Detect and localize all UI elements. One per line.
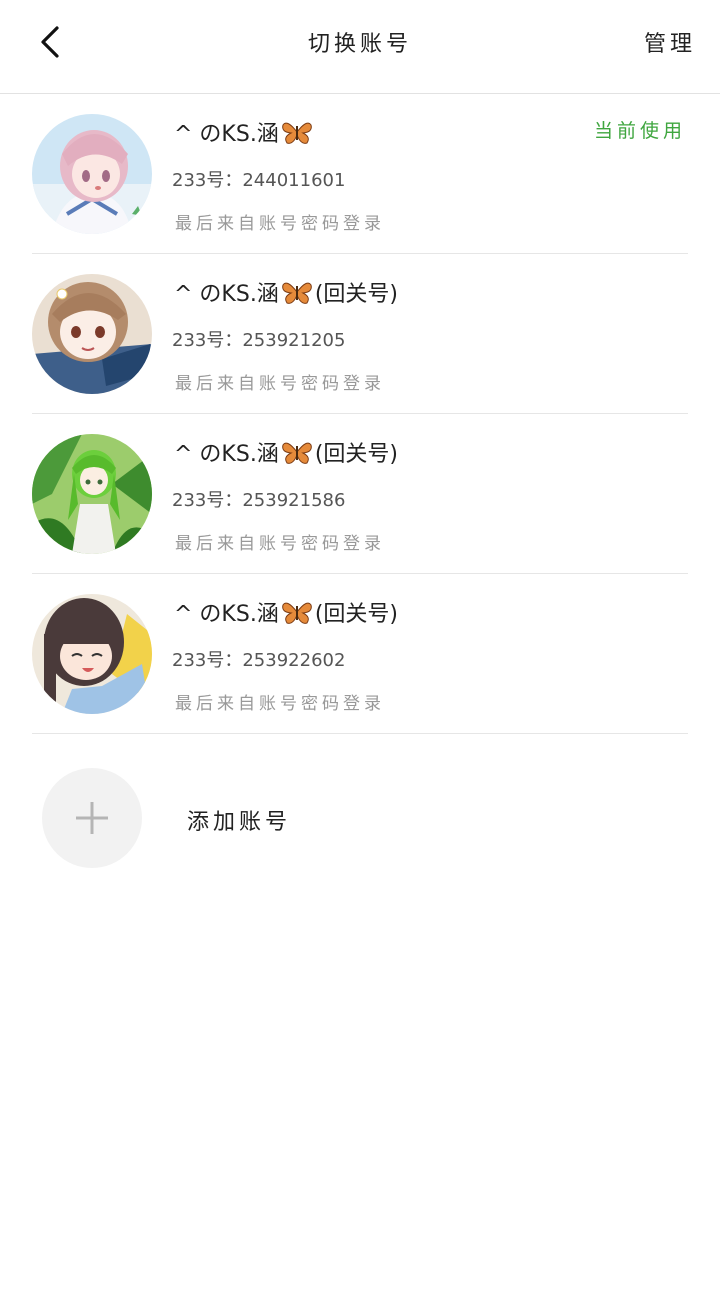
login-method: 最后来自账号密码登录 (175, 214, 385, 234)
avatar (32, 274, 152, 394)
top-bar: 切换账号 管理 (0, 0, 720, 94)
login-method: 最后来自账号密码登录 (175, 374, 385, 394)
add-account-label: 添加账号 (187, 810, 292, 835)
account-item[interactable]: ^ のKS.涵 当前使用 233号：244011601 最后来自账号密码登录 (0, 94, 720, 254)
butterfly-icon (281, 279, 313, 305)
butterfly-icon (281, 439, 313, 465)
add-account-circle[interactable] (42, 768, 142, 868)
account-name-suffix: (回关号) (314, 442, 398, 467)
manage-button[interactable]: 管理 (644, 26, 696, 58)
login-method: 最后来自账号密码登录 (175, 694, 385, 714)
butterfly-icon (281, 599, 313, 625)
account-item[interactable]: ^ のKS.涵 (回关号) 233号：253921586 最后来自账号密码登录 (0, 414, 720, 574)
current-account-badge: 当前使用 (593, 120, 686, 142)
account-name: ^ のKS.涵 (回关号) (174, 596, 398, 628)
account-name-text: ^ のKS.涵 (174, 602, 279, 627)
login-method: 最后来自账号密码登录 (175, 534, 385, 554)
divider (32, 733, 688, 734)
account-name: ^ のKS.涵 (回关号) (174, 276, 398, 308)
plus-icon (76, 802, 108, 834)
avatar (32, 594, 152, 714)
avatar (32, 434, 152, 554)
account-id: 233号：253921586 (172, 490, 346, 511)
account-id: 233号：244011601 (172, 170, 346, 191)
account-item[interactable]: ^ のKS.涵 (回关号) 233号：253922602 最后来自账号密码登录 (0, 574, 720, 734)
account-name-text: ^ のKS.涵 (174, 122, 279, 147)
account-name-suffix: (回关号) (314, 282, 398, 307)
page-title: 切换账号 (307, 32, 412, 57)
account-id: 233号：253922602 (172, 650, 346, 671)
account-name-text: ^ のKS.涵 (174, 282, 279, 307)
avatar (32, 114, 152, 234)
account-list: ^ のKS.涵 当前使用 233号：244011601 最后来自账号密码登录 ^… (0, 94, 720, 734)
butterfly-icon (281, 119, 313, 145)
account-name: ^ のKS.涵 (回关号) (174, 436, 398, 468)
account-item[interactable]: ^ のKS.涵 (回关号) 233号：253921205 最后来自账号密码登录 (0, 254, 720, 414)
account-id: 233号：253921205 (172, 330, 346, 351)
account-name-suffix: (回关号) (314, 602, 398, 627)
add-account-button[interactable]: 添加账号 (0, 760, 720, 880)
account-name: ^ のKS.涵 (174, 116, 315, 148)
account-name-text: ^ のKS.涵 (174, 442, 279, 467)
